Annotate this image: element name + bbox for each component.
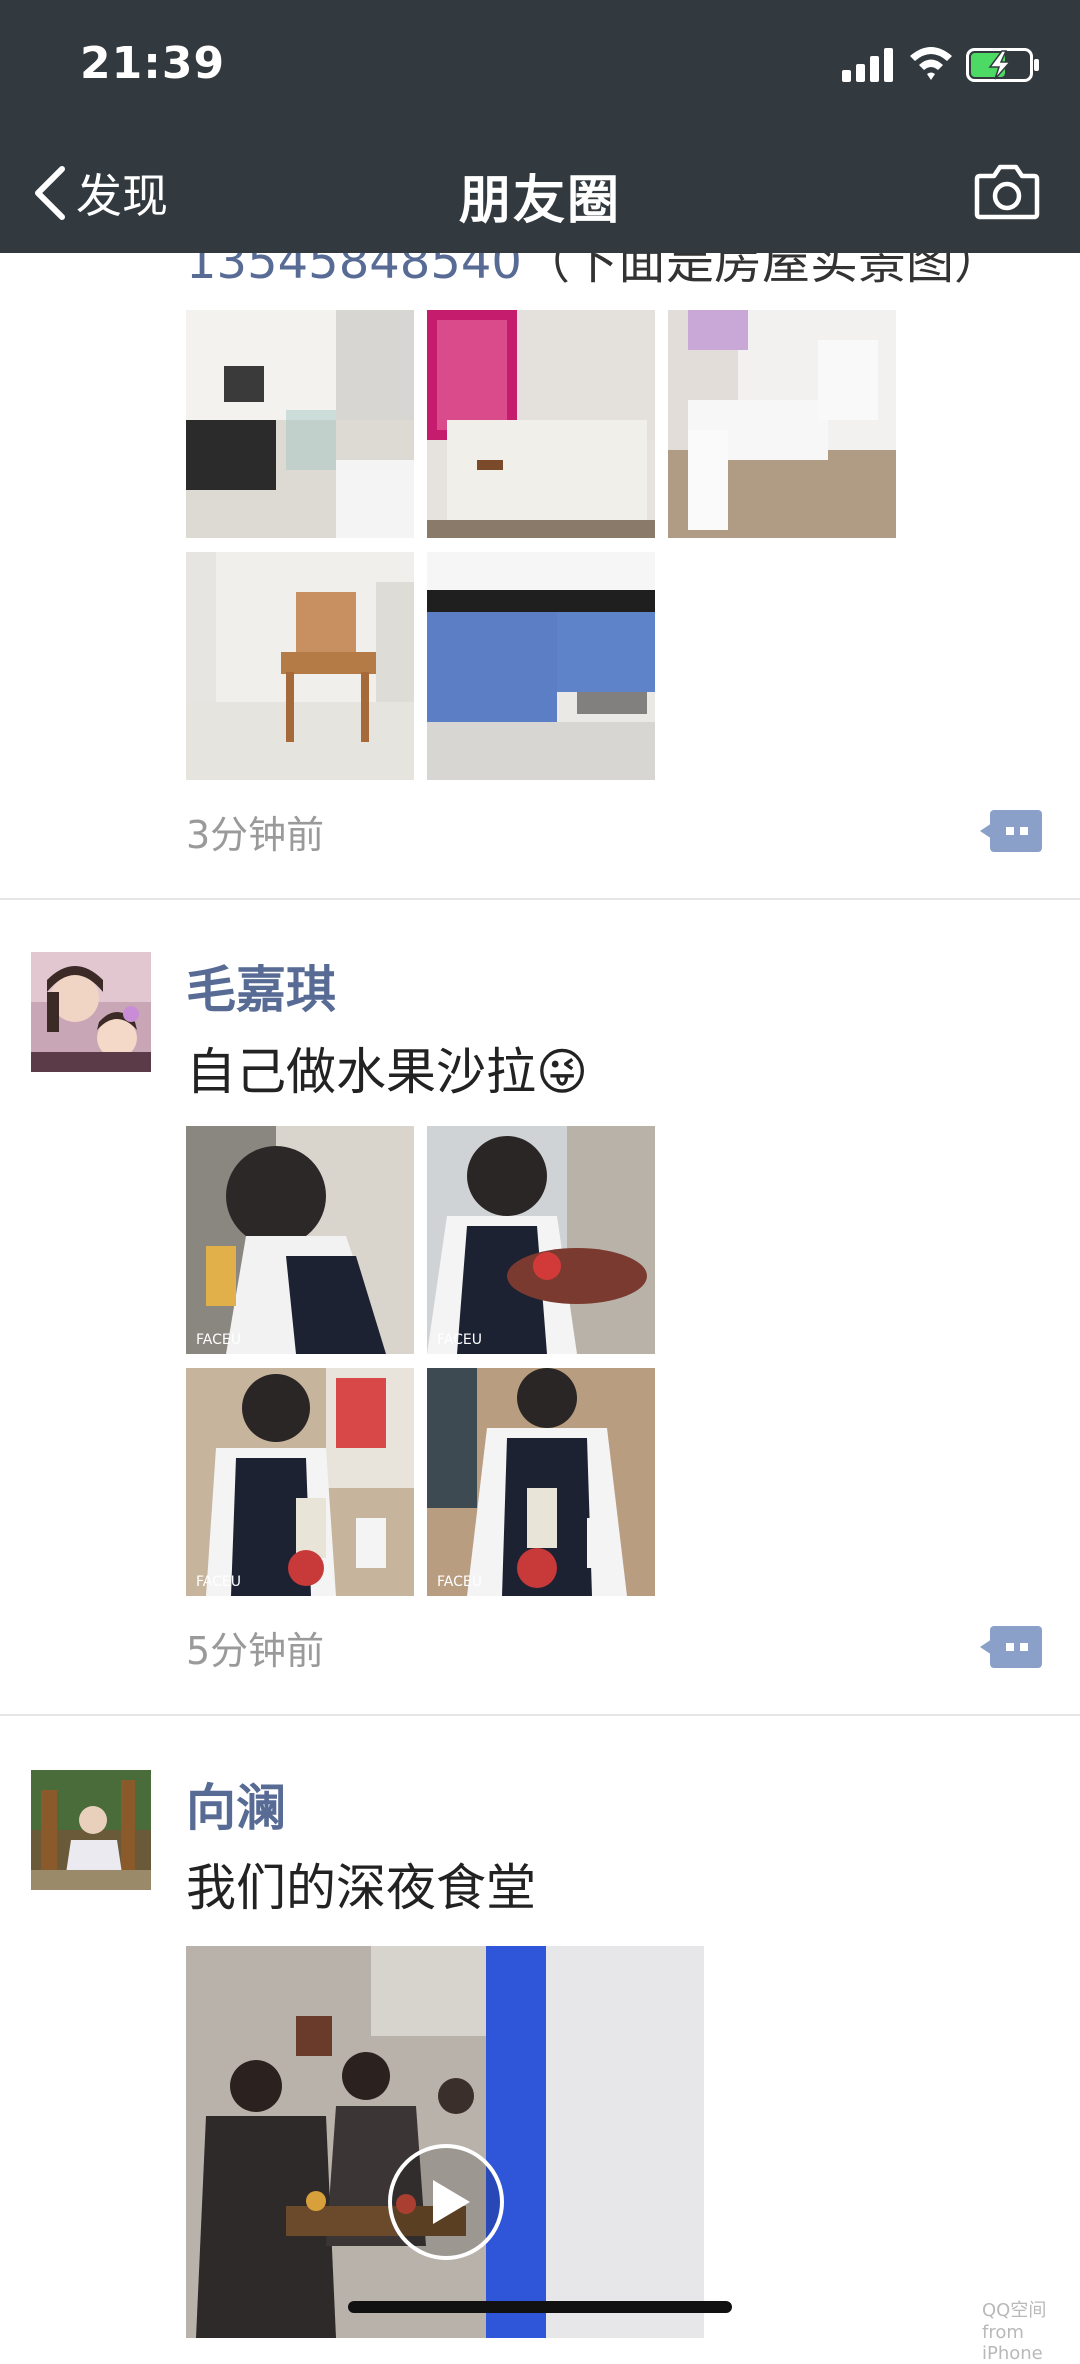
wifi-icon (910, 47, 952, 80)
faceu-mark: FACEU (196, 1332, 241, 1348)
comment-action-button[interactable] (980, 810, 1042, 852)
post-image-dining-table[interactable] (186, 552, 414, 780)
status-time: 21:39 (80, 38, 226, 89)
cellular-signal-icon (842, 46, 896, 82)
post-image-salad-3[interactable]: FACEU (186, 1368, 414, 1596)
camera-icon[interactable] (974, 162, 1040, 220)
battery-charging-icon (966, 48, 1039, 82)
post-image-bedroom-desk[interactable] (668, 310, 896, 538)
faceu-mark: FACEU (437, 1332, 482, 1348)
comment-dots-icon (980, 810, 1042, 852)
post-video-thumbnail[interactable] (186, 1946, 704, 2338)
comment-action-button[interactable] (980, 1626, 1042, 1668)
post-image-salad-2[interactable]: FACEU (427, 1126, 655, 1354)
post-image-bedroom-bed[interactable] (427, 310, 655, 538)
play-icon[interactable] (386, 2142, 506, 2262)
avatar[interactable] (31, 952, 151, 1072)
post-image-salad-1[interactable]: FACEU (186, 1126, 414, 1354)
watermark-text: QQ空间 from iPhone (982, 2300, 1047, 2364)
faceu-mark: FACEU (437, 1574, 482, 1590)
faceu-mark: FACEU (196, 1574, 241, 1590)
post-author-name[interactable]: 向澜 (186, 1768, 286, 1840)
post-text: 自己做水果沙拉😜 (186, 1043, 589, 1101)
moments-feed[interactable]: 13545848540（下面是房屋实景图） 3分钟前 毛嘉琪 自己做水果沙拉😜 … (0, 0, 1080, 2338)
post-image-salad-4[interactable]: FACEU (427, 1368, 655, 1596)
post-divider (0, 1714, 1080, 1716)
post-image-kitchen[interactable] (427, 552, 655, 780)
post-timestamp: 3分钟前 (186, 813, 325, 857)
page-title: 朋友圈 (458, 171, 621, 231)
post-divider (0, 898, 1080, 900)
post-author-name[interactable]: 毛嘉琪 (186, 950, 336, 1022)
top-navigation-bar: 21:39 发现 朋友圈 (0, 0, 1080, 253)
home-indicator (348, 2301, 732, 2313)
comment-dots-icon (980, 1626, 1042, 1668)
post-image-living-room[interactable] (186, 310, 414, 538)
avatar[interactable] (31, 1770, 151, 1890)
post-text: 我们的深夜食堂 (186, 1859, 536, 1917)
post-timestamp: 5分钟前 (186, 1629, 325, 1673)
